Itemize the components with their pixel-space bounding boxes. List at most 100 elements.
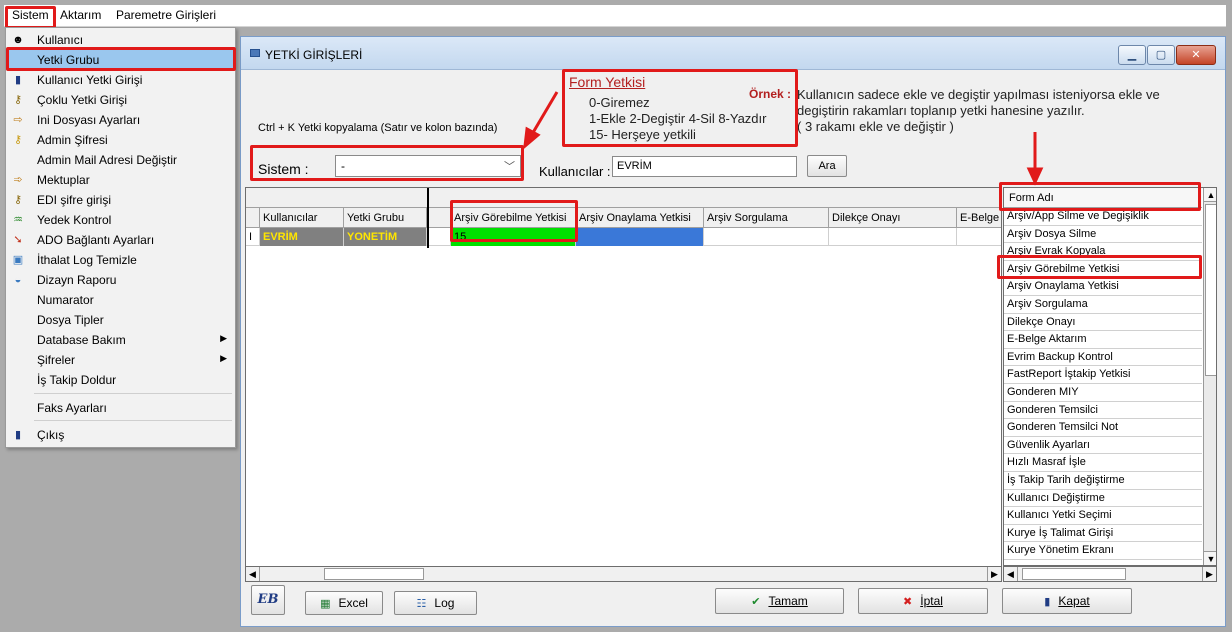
scroll-thumb[interactable] xyxy=(324,568,424,580)
col-e-belge[interactable]: E-Belge xyxy=(957,208,1001,228)
cell-dilekce-onayi[interactable] xyxy=(829,228,957,246)
row-indicator: I xyxy=(246,228,260,246)
cell-kullanici[interactable]: EVRİM xyxy=(260,228,344,246)
close-button[interactable]: ✕ xyxy=(1176,45,1216,65)
scroll-thumb[interactable] xyxy=(1022,568,1126,580)
col-dilekce-onayi[interactable]: Dilekçe Onayı xyxy=(829,208,957,228)
list-item[interactable]: Arşiv/App Silme ve Degişiklik xyxy=(1004,208,1202,226)
grid-frozen-divider xyxy=(427,188,429,248)
sistem-select[interactable]: - ﹀ xyxy=(335,155,521,177)
col-yetki-grubu[interactable]: Yetki Grubu xyxy=(344,208,427,228)
cell-arsiv-sorgulama[interactable] xyxy=(704,228,829,246)
col-arsiv-sorgulama[interactable]: Arşiv Sorgulama xyxy=(704,208,829,228)
eb-logo-button[interactable]: EB xyxy=(251,585,285,615)
menu-item-admin-mail-adresi-degistir[interactable]: Admin Mail Adresi Değiştir xyxy=(6,150,235,170)
col-arsiv-gorebilme-yetkisi[interactable]: Arşiv Görebilme Yetkisi xyxy=(451,208,576,228)
menu-item-ado-baglanti-ayarlari[interactable]: ➘ ADO Bağlantı Ayarları xyxy=(6,230,235,250)
excel-icon: ▦ xyxy=(320,598,331,610)
list-item[interactable]: FastReport İştakip Yetkisi xyxy=(1004,366,1202,384)
cell-arsiv-gorebilme[interactable]: 15 xyxy=(451,228,576,246)
list-item[interactable]: Güvenlik Ayarları xyxy=(1004,437,1202,455)
col-arsiv-onaylama-yetkisi[interactable]: Arşiv Onaylama Yetkisi xyxy=(576,208,704,228)
menu-sistem[interactable]: Sistem xyxy=(10,8,51,22)
maximize-button[interactable]: ▢ xyxy=(1147,45,1175,65)
form-list-header[interactable]: Form Adı xyxy=(1004,188,1202,208)
list-item[interactable]: Gonderen Temsilci xyxy=(1004,402,1202,420)
menu-item-cikis[interactable]: ▮ Çıkış xyxy=(6,425,235,445)
menu-item-faks-ayarlari[interactable]: Faks Ayarları xyxy=(6,398,235,418)
menu-paremetre-girisleri[interactable]: Paremetre Girişleri xyxy=(114,8,218,22)
excel-button[interactable]: ▦ Excel xyxy=(305,591,383,615)
list-item[interactable]: Kullanıcı Değiştirme xyxy=(1004,490,1202,508)
iptal-button[interactable]: ✖ İptal xyxy=(858,588,988,614)
scroll-right-icon[interactable]: ▶ xyxy=(987,567,1001,581)
menu-aktarim[interactable]: Aktarım xyxy=(58,8,103,22)
log-button[interactable]: ☷ Log xyxy=(394,591,477,615)
menu-item-is-takip-doldur[interactable]: İş Takip Doldur xyxy=(6,370,235,390)
list-item[interactable]: Gonderen Temsilci Not xyxy=(1004,419,1202,437)
menu-item-coklu-yetki-girisi[interactable]: ⚷ Çoklu Yetki Girişi xyxy=(6,90,235,110)
list-item[interactable]: Arşiv Onaylama Yetkisi xyxy=(1004,278,1202,296)
menu-item-edi-sifre-girisi[interactable]: ⚷ EDI şifre girişi xyxy=(6,190,235,210)
cell-yetki-grubu[interactable]: YONETİM xyxy=(344,228,427,246)
log-icon: ☷ xyxy=(416,598,427,610)
list-item[interactable]: Kurye Yönetim Ekranı xyxy=(1004,542,1202,560)
menu-item-yetki-grubu[interactable]: Yetki Grubu xyxy=(6,50,235,70)
menu-item-ithalat-log-temizle[interactable]: ▣ İthalat Log Temizle xyxy=(6,250,235,270)
grid-horizontal-scrollbar[interactable]: ◀ ▶ xyxy=(245,566,1002,582)
menu-item-kullanici-yetki-girisi[interactable]: ▮ Kullanıcı Yetki Girişi xyxy=(6,70,235,90)
cell-arsiv-onaylama[interactable] xyxy=(576,228,704,246)
menu-separator xyxy=(34,420,232,421)
menu-item-kullanici[interactable]: ☻ Kullanıcı xyxy=(6,30,235,50)
table-row[interactable]: I EVRİM YONETİM 15 xyxy=(246,228,1001,246)
menu-item-sifreler[interactable]: Şifreler ▶ xyxy=(6,350,235,370)
tamam-button[interactable]: ✔ Tamam xyxy=(715,588,844,614)
list-item[interactable]: Arşiv Sorgulama xyxy=(1004,296,1202,314)
ara-button[interactable]: Ara xyxy=(807,155,847,177)
scroll-right-icon[interactable]: ▶ xyxy=(1202,567,1216,581)
menu-item-numarator[interactable]: Numarator xyxy=(6,290,235,310)
submenu-arrow-icon: ▶ xyxy=(220,333,227,343)
grid-header-band xyxy=(246,188,1001,208)
scroll-thumb[interactable] xyxy=(1205,204,1216,376)
scroll-left-icon[interactable]: ◀ xyxy=(246,567,260,581)
menu-item-mektuplar[interactable]: ➾ Mektuplar xyxy=(6,170,235,190)
list-item[interactable]: E-Belge Aktarım xyxy=(1004,331,1202,349)
menu-item-dizayn-raporu[interactable]: ◒ Dizayn Raporu xyxy=(6,270,235,290)
chevron-down-icon: ﹀ xyxy=(504,161,515,173)
grid-indicator-header xyxy=(246,208,260,228)
menu-item-label: Admin Şifresi xyxy=(37,133,108,147)
list-item[interactable]: Kurye İş Talimat Girişi xyxy=(1004,525,1202,543)
form-list-horizontal-scrollbar[interactable]: ◀ ▶ xyxy=(1003,566,1217,582)
excel-button-label: Excel xyxy=(338,596,368,610)
list-item[interactable]: Evrim Backup Kontrol xyxy=(1004,349,1202,367)
scroll-down-icon[interactable]: ▼ xyxy=(1204,551,1216,565)
cell-e-belge[interactable] xyxy=(957,228,1001,246)
list-item[interactable]: Arşiv Görebilme Yetkisi xyxy=(1004,261,1202,279)
minimize-button[interactable]: ▁ xyxy=(1118,45,1146,65)
kullanicilar-input[interactable]: EVRİM xyxy=(612,156,797,177)
list-item[interactable]: Dilekçe Onayı xyxy=(1004,314,1202,332)
ornek-label: Örnek : xyxy=(749,87,792,101)
scroll-up-icon[interactable]: ▲ xyxy=(1204,188,1216,202)
menu-item-admin-sifresi[interactable]: ⚷ Admin Şifresi xyxy=(6,130,235,150)
menu-item-label: Ini Dosyası Ayarları xyxy=(37,113,141,127)
list-item[interactable]: İş Takip Tarih değiştirme xyxy=(1004,472,1202,490)
scroll-left-icon[interactable]: ◀ xyxy=(1004,567,1018,581)
list-item[interactable]: Kullanıcı Yetki Seçimi xyxy=(1004,507,1202,525)
list-item[interactable]: Arşiv Evrak Kopyala xyxy=(1004,243,1202,261)
submenu-arrow-icon: ▶ xyxy=(220,353,227,363)
list-item[interactable]: Hızlı Masraf İşle xyxy=(1004,454,1202,472)
menu-item-dosya-tipler[interactable]: Dosya Tipler xyxy=(6,310,235,330)
menu-item-yedek-kontrol[interactable]: ♒ Yedek Kontrol xyxy=(6,210,235,230)
col-kullanicilar[interactable]: Kullanıcılar xyxy=(260,208,344,228)
form-list-vertical-scrollbar[interactable]: ▲ ▼ xyxy=(1203,188,1216,565)
kapat-button[interactable]: ▮ Kapat xyxy=(1002,588,1132,614)
menu-item-ini-dosyasi-ayarlari[interactable]: ⇨ Ini Dosyası Ayarları xyxy=(6,110,235,130)
legend-line: 15- Herşeye yetkili xyxy=(589,127,696,142)
list-item[interactable]: Gonderen MIY xyxy=(1004,384,1202,402)
list-item[interactable]: Arşiv Dosya Silme xyxy=(1004,226,1202,244)
menu-item-label: İş Takip Doldur xyxy=(37,373,117,387)
menu-item-label: Çıkış xyxy=(37,428,65,442)
menu-item-database-bakim[interactable]: Database Bakım ▶ xyxy=(6,330,235,350)
